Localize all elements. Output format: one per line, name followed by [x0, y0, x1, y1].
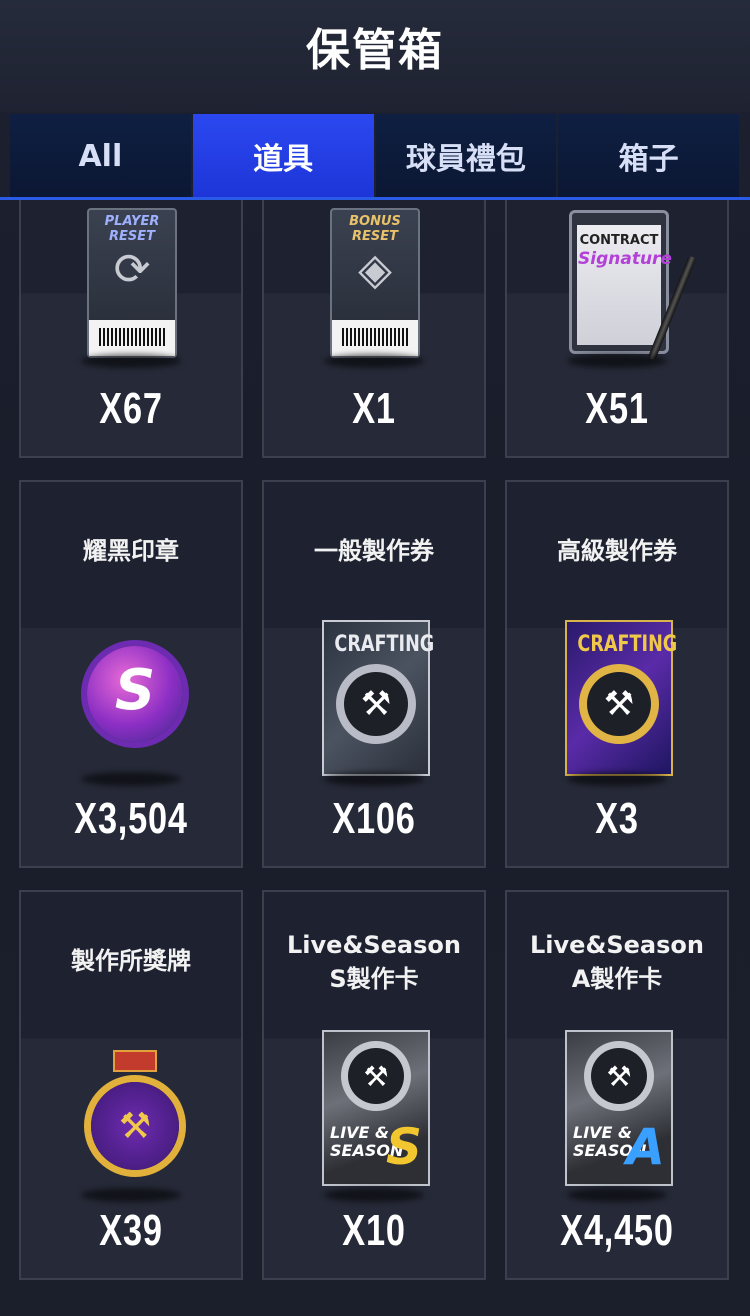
hammer-gear-icon: ⚒	[348, 1048, 404, 1104]
people-swap-icon: ⟳	[113, 244, 151, 295]
wax-seal-icon: S	[87, 646, 183, 742]
crafting-ticket-silver-icon: CRAFTING ⚒	[322, 620, 434, 776]
item-name-line2: A製作卡	[571, 965, 663, 993]
item-card-live-season-s[interactable]: Live&Season S製作卡 ⚒ LIVE & SEASON S X10	[262, 890, 486, 1280]
item-name: Live&Season	[530, 931, 704, 959]
item-quantity: X3,504	[74, 794, 188, 843]
item-quantity: X3	[595, 794, 639, 843]
item-card-advanced-crafting[interactable]: 高級製作券 CRAFTING ⚒ X3	[505, 480, 729, 868]
item-quantity: X106	[332, 794, 416, 843]
page-title: 保管箱	[306, 25, 444, 76]
baseball-diamond-icon: ◈	[358, 244, 392, 295]
item-card-player-reset[interactable]: PLAYER RESET ⟳ X67	[19, 200, 243, 458]
barcode-icon	[332, 320, 418, 356]
item-quantity: X10	[342, 1206, 406, 1255]
item-quantity: X51	[585, 384, 649, 433]
item-name: Live&Season	[287, 931, 461, 959]
crafting-ticket-gold-icon: CRAFTING ⚒	[565, 620, 677, 776]
tab-items[interactable]: 道具	[192, 114, 374, 198]
item-card-normal-crafting[interactable]: 一般製作券 CRAFTING ⚒ X106	[262, 480, 486, 868]
item-name: 耀黑印章	[83, 537, 179, 565]
live-season-s-card-icon: ⚒ LIVE & SEASON S	[322, 1030, 430, 1186]
item-card-live-season-a[interactable]: Live&Season A製作卡 ⚒ LIVE & SEASON A X4,450	[505, 890, 729, 1280]
header-bar: 保管箱	[0, 0, 750, 112]
item-card-black-seal[interactable]: 耀黑印章 S X3,504	[19, 480, 243, 868]
grade-s-label: S	[385, 1118, 422, 1176]
item-name: 高級製作券	[557, 537, 677, 565]
item-card-contract[interactable]: CONTRACT Signature X51	[505, 200, 729, 458]
live-season-a-card-icon: ⚒ LIVE & SEASON A	[565, 1030, 673, 1186]
barcode-icon	[89, 320, 175, 356]
item-quantity: X1	[352, 384, 396, 433]
item-quantity: X4,450	[560, 1206, 674, 1255]
item-grid: PLAYER RESET ⟳ X67 BONUS RESET ◈ X1 CONT…	[0, 200, 750, 1290]
item-name: 製作所獎牌	[71, 947, 191, 975]
bonus-reset-ticket-icon: BONUS RESET ◈	[330, 208, 420, 358]
medal-icon: ⚒	[91, 1082, 179, 1170]
hammer-gear-icon: ⚒	[344, 672, 408, 736]
hammer-gear-icon: ⚒	[591, 1048, 647, 1104]
item-quantity: X67	[99, 384, 163, 433]
item-name-line2: S製作卡	[329, 965, 419, 993]
player-reset-ticket-icon: PLAYER RESET ⟳	[87, 208, 177, 358]
item-quantity: X39	[99, 1206, 163, 1255]
tab-all[interactable]: All	[10, 114, 191, 198]
item-name: 一般製作券	[314, 537, 434, 565]
item-card-bonus-reset[interactable]: BONUS RESET ◈ X1	[262, 200, 486, 458]
hammer-gear-icon: ⚒	[587, 672, 651, 736]
tab-bar: All 道具 球員禮包 箱子	[10, 114, 739, 198]
contract-clipboard-icon: CONTRACT Signature	[569, 210, 697, 361]
tab-boxes[interactable]: 箱子	[558, 114, 739, 198]
medal-ribbon-icon	[113, 1050, 157, 1072]
item-card-crafting-medal[interactable]: 製作所獎牌 ⚒ X39	[19, 890, 243, 1280]
grade-a-label: A	[626, 1118, 665, 1176]
tab-player-packs[interactable]: 球員禮包	[375, 114, 557, 198]
